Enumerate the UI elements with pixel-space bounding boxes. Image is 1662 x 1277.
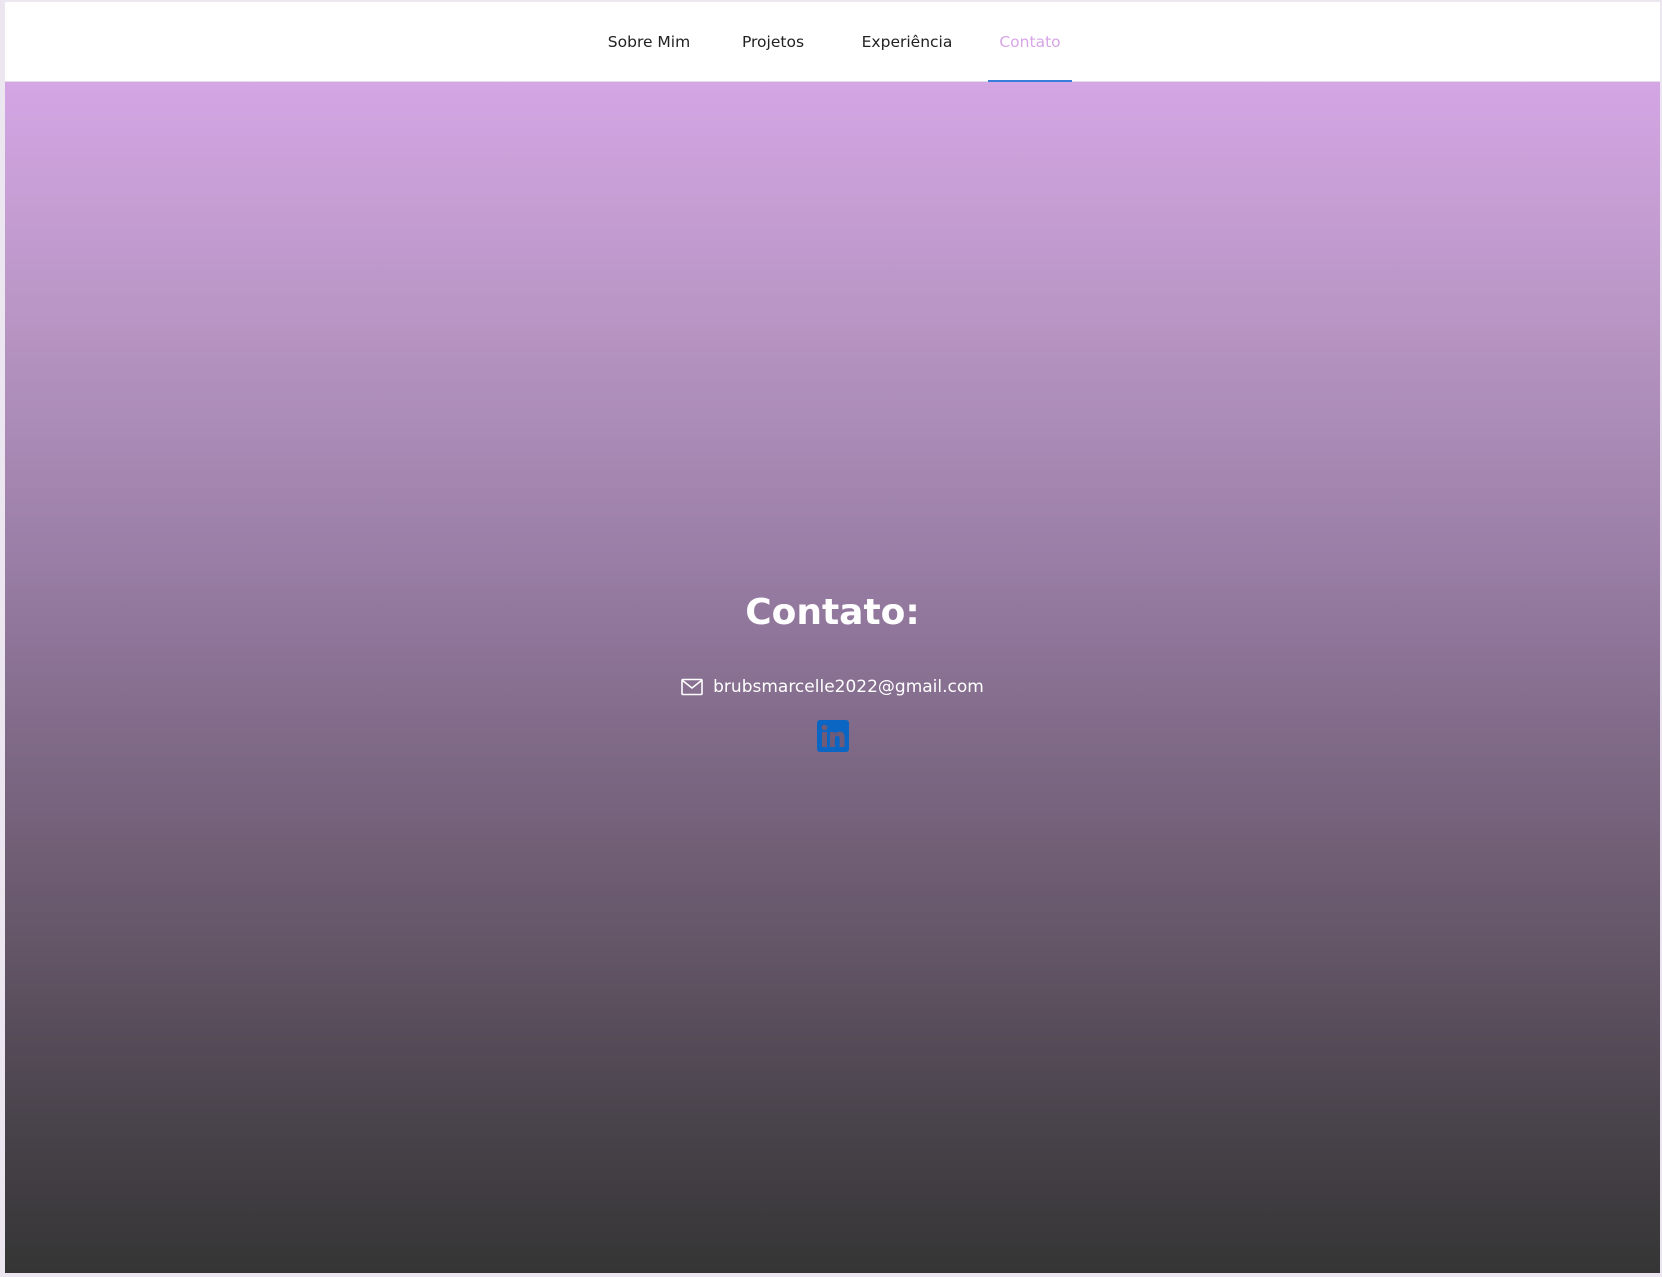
nav-sobre-mim[interactable]: Sobre Mim: [601, 2, 697, 81]
contact-heading: Contato:: [745, 592, 920, 633]
contact-section: Contato: brubsmarcelle2022@gmail.com: [5, 82, 1660, 1273]
top-navbar: Sobre Mim Projetos Experiência Contato: [5, 2, 1660, 82]
email-row[interactable]: brubsmarcelle2022@gmail.com: [5, 677, 1660, 697]
nav-experiencia[interactable]: Experiência: [853, 2, 961, 81]
browser-viewport: Sobre Mim Projetos Experiência Contato C…: [5, 2, 1660, 1273]
nav-projetos[interactable]: Projetos: [732, 2, 814, 81]
linkedin-icon[interactable]: [817, 720, 849, 752]
mail-icon: [681, 678, 703, 696]
email-address[interactable]: brubsmarcelle2022@gmail.com: [713, 677, 984, 697]
nav-contato[interactable]: Contato: [988, 2, 1072, 82]
